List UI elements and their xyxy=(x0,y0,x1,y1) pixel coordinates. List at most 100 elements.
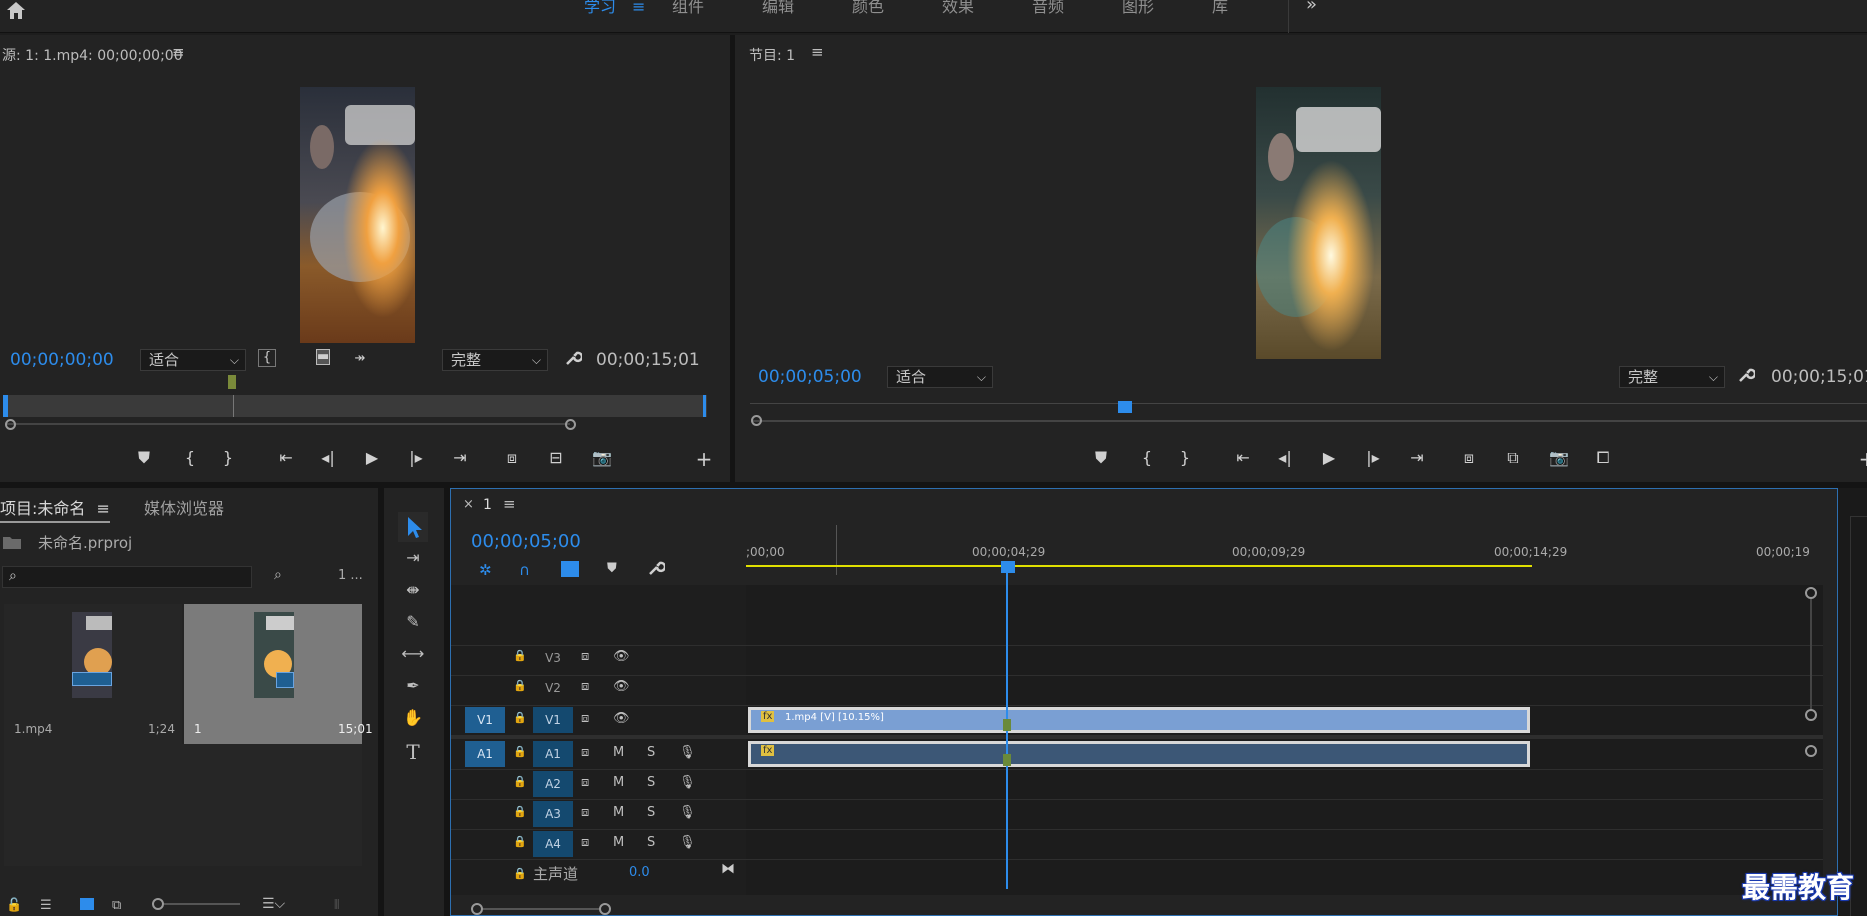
video-clip[interactable]: fx 1.mp4 [V] [10.15%] xyxy=(748,707,1530,733)
source-fit-dropdown[interactable]: 适合 ⌵ xyxy=(140,349,246,371)
comparison-view-icon[interactable]: ⧠ xyxy=(1591,447,1615,469)
microphone-icon[interactable]: 🎙 xyxy=(679,835,696,850)
mark-in-icon[interactable]: { xyxy=(178,447,202,469)
workspace-tab-graphics[interactable]: 图形 xyxy=(1122,0,1154,33)
lock-icon[interactable]: 🔒 xyxy=(513,679,527,692)
horizontal-zoom-handle[interactable] xyxy=(599,903,611,915)
sync-lock-icon[interactable]: ⧈ xyxy=(581,835,589,850)
workspace-overflow-icon[interactable]: » xyxy=(1306,0,1317,14)
step-forward-icon[interactable]: |▸ xyxy=(404,447,428,469)
master-volume-value[interactable]: 0.0 xyxy=(629,865,650,880)
zoom-slider-handle[interactable] xyxy=(152,898,164,910)
list-view-icon[interactable]: ☰ xyxy=(40,898,52,913)
zoom-handle-left[interactable] xyxy=(751,415,762,426)
lock-icon[interactable]: 🔒 xyxy=(513,775,527,788)
workspace-tab-editing[interactable]: 编辑 xyxy=(762,0,794,33)
lift-icon[interactable]: ⧈ xyxy=(1457,447,1481,469)
sync-lock-icon[interactable]: ⧈ xyxy=(581,679,589,694)
step-back-icon[interactable]: ◂| xyxy=(316,447,340,469)
nest-icon[interactable]: ✲ xyxy=(479,561,492,579)
eye-icon[interactable]: 👁 xyxy=(613,649,630,664)
source-current-timecode[interactable]: 00;00;00;00 xyxy=(10,350,114,370)
sort-icon[interactable]: ☰⌵ xyxy=(262,896,285,912)
insert-clip-icon[interactable]: ⧈ xyxy=(500,447,524,469)
eye-icon[interactable]: 👁 xyxy=(613,679,630,694)
microphone-icon[interactable]: 🎙 xyxy=(679,805,696,820)
track-target-v1[interactable]: V1 xyxy=(533,707,573,733)
camera-icon[interactable]: 📷 xyxy=(590,447,614,469)
mute-button[interactable]: M xyxy=(613,805,624,820)
zoom-slider[interactable] xyxy=(164,903,240,905)
solo-button[interactable]: S xyxy=(647,805,655,820)
microphone-icon[interactable]: 🎙 xyxy=(679,745,696,760)
go-to-out-icon[interactable]: ⇥ xyxy=(1405,447,1429,469)
track-target-a3[interactable]: A3 xyxy=(533,801,573,827)
sync-lock-icon[interactable]: ⧈ xyxy=(581,775,589,790)
home-icon[interactable] xyxy=(4,0,28,20)
close-tab-icon[interactable]: × xyxy=(463,497,474,512)
go-to-in-icon[interactable]: ⇤ xyxy=(1231,447,1255,469)
track-target-v3[interactable]: V3 xyxy=(533,645,573,671)
lock-icon[interactable]: 🔒 xyxy=(513,711,527,724)
panel-menu-icon[interactable]: ≡ xyxy=(97,499,110,518)
add-button-icon[interactable]: + xyxy=(692,448,716,470)
zoom-handle-right[interactable] xyxy=(565,419,576,430)
track-target-a1[interactable]: A1 xyxy=(533,741,573,767)
workspace-tab-learn[interactable]: 学习 xyxy=(584,0,616,33)
timeline-ruler[interactable]: ;00;00 00;00;04;29 00;00;09;29 00;00;14;… xyxy=(746,525,1823,585)
zoom-handle-left[interactable] xyxy=(5,419,16,430)
program-playhead[interactable] xyxy=(1118,401,1132,413)
mute-button[interactable]: M xyxy=(613,775,624,790)
horizontal-scrollbar[interactable] xyxy=(483,908,599,910)
tab-project[interactable]: 项目:未命名 ≡ xyxy=(0,495,110,523)
mark-in-icon[interactable]: { xyxy=(1135,447,1159,469)
source-quality-dropdown[interactable]: 完整 ⌵ xyxy=(442,349,548,371)
vertical-zoom-handle[interactable] xyxy=(1805,709,1817,721)
panel-menu-icon[interactable]: ≡ xyxy=(172,43,185,61)
mute-button[interactable]: M xyxy=(613,745,624,760)
track-select-tool-icon[interactable]: ⇥ xyxy=(400,548,426,567)
selection-tool-icon[interactable] xyxy=(398,512,428,542)
tab-media-browser[interactable]: 媒体浏览器 xyxy=(144,495,224,519)
insert-icon[interactable]: ▬ xyxy=(316,349,330,365)
play-icon[interactable]: ▶ xyxy=(360,447,384,469)
work-area-bar[interactable] xyxy=(746,565,1532,567)
sync-lock-icon[interactable]: ⧈ xyxy=(581,711,589,726)
linked-selection-icon[interactable] xyxy=(561,561,579,577)
icon-view-icon[interactable] xyxy=(80,898,94,910)
mark-out-icon[interactable]: } xyxy=(216,447,240,469)
go-to-out-icon[interactable]: ⇥ xyxy=(448,447,472,469)
overwrite-clip-icon[interactable]: ⊟ xyxy=(544,447,568,469)
mark-out-icon[interactable]: } xyxy=(1173,447,1197,469)
source-zoom-bar[interactable] xyxy=(6,423,570,425)
snap-magnet-icon[interactable]: ∩ xyxy=(519,561,530,579)
sync-lock-icon[interactable]: ⧈ xyxy=(581,805,589,820)
horizontal-zoom-handle[interactable] xyxy=(471,903,483,915)
workspace-menu-icon[interactable]: ≡ xyxy=(632,0,645,15)
lock-icon[interactable]: 🔒 xyxy=(513,835,527,848)
add-button-icon[interactable]: + xyxy=(1855,448,1867,470)
vertical-zoom-handle[interactable] xyxy=(1805,587,1817,599)
type-tool-icon[interactable]: T xyxy=(400,740,426,764)
add-marker-icon[interactable]: ⛊ xyxy=(1089,447,1113,469)
overwrite-icon[interactable]: ↠ xyxy=(348,348,372,370)
play-icon[interactable]: ▶ xyxy=(1317,447,1341,469)
pen-tool-icon[interactable]: ✒ xyxy=(400,676,426,695)
sync-lock-icon[interactable]: ⧈ xyxy=(581,649,589,664)
lock-icon[interactable]: 🔒 xyxy=(513,649,527,662)
track-target-a2[interactable]: A2 xyxy=(533,771,573,797)
automate-icon[interactable]: ⫴ xyxy=(334,898,339,913)
lock-icon[interactable]: 🔓 xyxy=(6,898,22,913)
project-bin-area[interactable] xyxy=(4,744,362,866)
sync-lock-icon[interactable]: ⧈ xyxy=(581,745,589,760)
go-to-in-icon[interactable]: ⇤ xyxy=(274,447,298,469)
eye-icon[interactable]: 👁 xyxy=(613,711,630,726)
timeline-current-timecode[interactable]: 00;00;05;00 xyxy=(471,531,581,552)
wrench-icon[interactable] xyxy=(1737,366,1755,384)
program-current-timecode[interactable]: 00;00;05;00 xyxy=(758,367,862,387)
drop-face-icon[interactable]: { xyxy=(258,349,276,367)
lock-icon[interactable]: 🔒 xyxy=(513,805,527,818)
solo-button[interactable]: S xyxy=(647,775,655,790)
workspace-tab-audio[interactable]: 音频 xyxy=(1032,0,1064,33)
solo-button[interactable]: S xyxy=(647,745,655,760)
